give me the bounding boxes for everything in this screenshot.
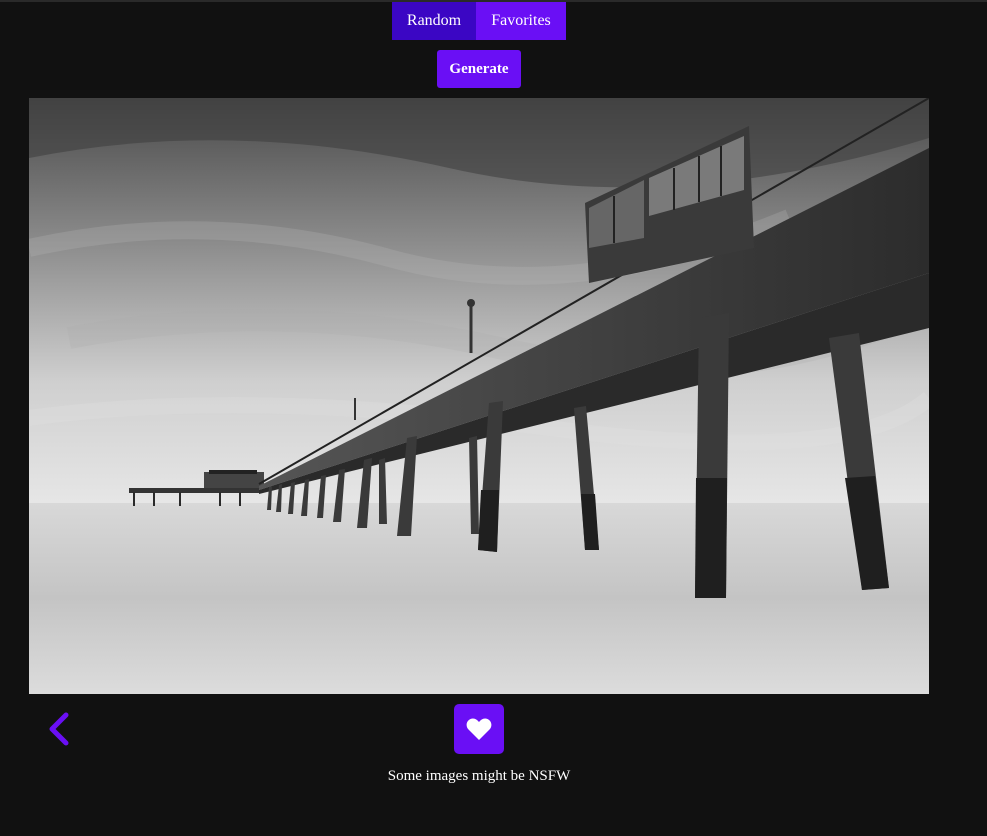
- heart-icon: [466, 718, 492, 740]
- chevron-left-icon: [49, 712, 69, 746]
- generate-button[interactable]: Generate: [437, 50, 521, 88]
- tab-favorites[interactable]: Favorites: [476, 2, 566, 40]
- generated-image: [29, 98, 929, 694]
- nsfw-notice: Some images might be NSFW: [387, 768, 571, 784]
- mode-tabs: Random Favorites: [392, 2, 566, 40]
- tab-random[interactable]: Random: [392, 2, 476, 40]
- favorite-button[interactable]: [454, 704, 504, 754]
- pier-photo: [29, 98, 929, 694]
- back-button[interactable]: [44, 710, 74, 748]
